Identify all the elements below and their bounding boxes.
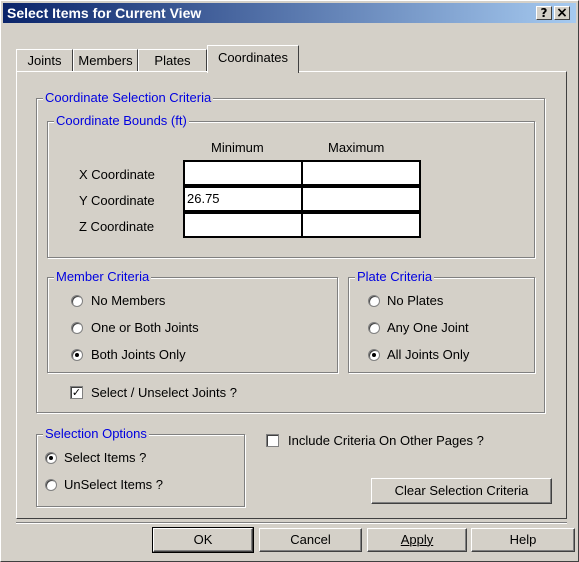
apply-button[interactable]: Apply (367, 528, 467, 552)
no-plates-label[interactable]: No Plates (387, 293, 443, 309)
both-joints-only-radio[interactable] (71, 349, 83, 361)
coordinates-tab-panel: Coordinate Selection Criteria Coordinate… (16, 71, 567, 519)
ok-button[interactable]: OK (152, 527, 254, 553)
plate-criteria-legend: Plate Criteria (355, 269, 435, 285)
tab-coordinates[interactable]: Coordinates (207, 45, 299, 73)
one-or-both-joints-label[interactable]: One or Both Joints (91, 320, 199, 336)
select-unselect-joints-checkbox[interactable]: ✓ (70, 386, 83, 399)
selection-options-legend: Selection Options (43, 426, 149, 442)
footer-separator (16, 522, 567, 524)
one-or-both-joints-radio[interactable] (71, 322, 83, 334)
unselect-items-radio[interactable] (45, 479, 57, 491)
help-button[interactable]: Help (471, 528, 575, 552)
coordinate-bounds-legend: Coordinate Bounds (ft) (54, 113, 189, 129)
tab-plates[interactable]: Plates (138, 49, 207, 72)
coordinate-selection-criteria-legend: Coordinate Selection Criteria (43, 90, 214, 106)
both-joints-only-label[interactable]: Both Joints Only (91, 347, 186, 363)
z-min-input[interactable] (183, 212, 303, 238)
unselect-items-label[interactable]: UnSelect Items ? (64, 477, 163, 493)
all-joints-only-label[interactable]: All Joints Only (387, 347, 469, 363)
y-max-input[interactable] (301, 186, 421, 212)
no-members-radio[interactable] (71, 295, 83, 307)
select-items-label[interactable]: Select Items ? (64, 450, 146, 466)
select-items-radio[interactable] (45, 452, 57, 464)
title-bar: Select Items for Current View ? × (3, 3, 576, 23)
include-criteria-checkbox[interactable] (266, 434, 279, 447)
include-criteria-label[interactable]: Include Criteria On Other Pages ? (288, 433, 484, 449)
all-joints-only-radio[interactable] (368, 349, 380, 361)
y-coordinate-label: Y Coordinate (79, 193, 155, 208)
any-one-joint-radio[interactable] (368, 322, 380, 334)
minimum-header: Minimum (211, 140, 264, 155)
x-coordinate-label: X Coordinate (79, 167, 155, 182)
cancel-button[interactable]: Cancel (259, 528, 362, 552)
plate-criteria-group: Plate Criteria No Plates Any One Joint A… (348, 269, 535, 373)
any-one-joint-label[interactable]: Any One Joint (387, 320, 469, 336)
z-max-input[interactable] (301, 212, 421, 238)
x-max-input[interactable] (301, 160, 421, 186)
help-title-button[interactable]: ? (536, 6, 552, 20)
member-criteria-legend: Member Criteria (54, 269, 152, 285)
tab-members[interactable]: Members (73, 49, 138, 72)
no-plates-radio[interactable] (368, 295, 380, 307)
x-min-input[interactable] (183, 160, 303, 186)
close-icon[interactable]: × (554, 6, 570, 20)
no-members-label[interactable]: No Members (91, 293, 165, 309)
select-items-dialog: Select Items for Current View ? × Joints… (0, 0, 579, 562)
select-unselect-joints-label[interactable]: Select / Unselect Joints ? (91, 385, 237, 401)
coordinate-selection-criteria-group: Coordinate Selection Criteria Coordinate… (36, 90, 545, 413)
tab-joints[interactable]: Joints (16, 49, 73, 72)
clear-selection-criteria-button[interactable]: Clear Selection Criteria (371, 478, 552, 504)
window-title: Select Items for Current View (7, 5, 202, 21)
z-coordinate-label: Z Coordinate (79, 219, 155, 234)
selection-options-group: Selection Options Select Items ? UnSelec… (36, 426, 245, 507)
coordinate-bounds-group: Coordinate Bounds (ft) Minimum Maximum X… (47, 113, 535, 258)
member-criteria-group: Member Criteria No Members One or Both J… (47, 269, 338, 373)
y-min-input[interactable]: 26.75 (183, 186, 303, 212)
maximum-header: Maximum (328, 140, 385, 155)
